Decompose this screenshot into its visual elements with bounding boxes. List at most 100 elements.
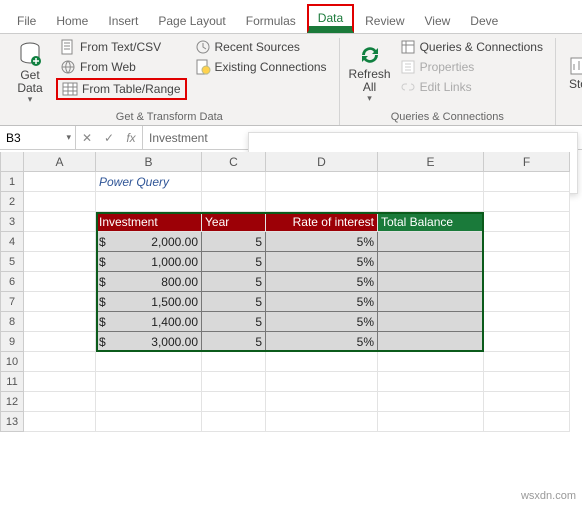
- cell[interactable]: [96, 372, 202, 392]
- cell[interactable]: [378, 312, 484, 332]
- col-header-B[interactable]: B: [96, 152, 202, 172]
- row-header[interactable]: 4: [0, 232, 24, 252]
- cell[interactable]: 5: [202, 312, 266, 332]
- cell[interactable]: [484, 232, 570, 252]
- row-header[interactable]: 6: [0, 272, 24, 292]
- cell[interactable]: Investment: [96, 212, 202, 232]
- cell[interactable]: [96, 192, 202, 212]
- cell[interactable]: [96, 352, 202, 372]
- cell[interactable]: 5%: [266, 292, 378, 312]
- cell[interactable]: [378, 292, 484, 312]
- cell[interactable]: 5%: [266, 272, 378, 292]
- cell[interactable]: [266, 392, 378, 412]
- row-header[interactable]: 8: [0, 312, 24, 332]
- cell[interactable]: Year: [202, 212, 266, 232]
- cell[interactable]: [266, 172, 378, 192]
- cell[interactable]: [202, 172, 266, 192]
- tab-deve[interactable]: Deve: [461, 9, 507, 33]
- cell[interactable]: $800.00: [96, 272, 202, 292]
- refresh-all-button[interactable]: Refresh All ▾: [348, 38, 392, 108]
- cell[interactable]: [202, 392, 266, 412]
- row-header[interactable]: 10: [0, 352, 24, 372]
- cell[interactable]: [24, 272, 96, 292]
- cell[interactable]: [484, 372, 570, 392]
- cell[interactable]: [484, 192, 570, 212]
- cell[interactable]: 5: [202, 292, 266, 312]
- cell[interactable]: 5: [202, 272, 266, 292]
- cell[interactable]: [24, 212, 96, 232]
- row-header[interactable]: 9: [0, 332, 24, 352]
- name-box[interactable]: ▾: [0, 126, 76, 149]
- cell[interactable]: [378, 392, 484, 412]
- existing-connections-button[interactable]: Existing Connections: [191, 58, 331, 76]
- tab-insert[interactable]: Insert: [99, 9, 147, 33]
- cell[interactable]: [484, 172, 570, 192]
- cell[interactable]: [378, 372, 484, 392]
- cell[interactable]: [24, 232, 96, 252]
- cell[interactable]: [484, 352, 570, 372]
- cell[interactable]: $2,000.00: [96, 232, 202, 252]
- fx-icon[interactable]: fx: [120, 131, 142, 145]
- cell[interactable]: [484, 252, 570, 272]
- cell[interactable]: [484, 292, 570, 312]
- cell[interactable]: [378, 172, 484, 192]
- cell[interactable]: [202, 372, 266, 392]
- cell[interactable]: 5: [202, 232, 266, 252]
- cell[interactable]: $1,400.00: [96, 312, 202, 332]
- cell[interactable]: [24, 392, 96, 412]
- cell[interactable]: 5%: [266, 252, 378, 272]
- cell[interactable]: [484, 312, 570, 332]
- col-header-D[interactable]: D: [266, 152, 378, 172]
- cell[interactable]: [378, 232, 484, 252]
- name-box-input[interactable]: [4, 130, 48, 146]
- get-data-button[interactable]: Get Data ▾: [8, 38, 52, 108]
- row-header[interactable]: 13: [0, 412, 24, 432]
- from-text-csv-button[interactable]: From Text/CSV: [56, 38, 187, 56]
- cell[interactable]: [24, 412, 96, 432]
- cell[interactable]: [378, 332, 484, 352]
- dropdown-icon[interactable]: ▾: [66, 132, 71, 143]
- cell[interactable]: [484, 212, 570, 232]
- tab-view[interactable]: View: [416, 9, 460, 33]
- cell[interactable]: [24, 312, 96, 332]
- row-header[interactable]: 3: [0, 212, 24, 232]
- cell[interactable]: 5%: [266, 232, 378, 252]
- cell[interactable]: [24, 292, 96, 312]
- cell[interactable]: [378, 352, 484, 372]
- cell[interactable]: Total Balance: [378, 212, 484, 232]
- cell[interactable]: 5: [202, 252, 266, 272]
- row-header[interactable]: 1: [0, 172, 24, 192]
- cell[interactable]: [266, 192, 378, 212]
- worksheet[interactable]: ABCDEF 1Power Query23InvestmentYearRate …: [0, 152, 582, 432]
- tab-page-layout[interactable]: Page Layout: [149, 9, 234, 33]
- cell[interactable]: 5%: [266, 332, 378, 352]
- cell[interactable]: [484, 412, 570, 432]
- tab-formulas[interactable]: Formulas: [237, 9, 305, 33]
- cell[interactable]: [96, 412, 202, 432]
- cell[interactable]: [202, 352, 266, 372]
- cell[interactable]: [484, 392, 570, 412]
- row-header[interactable]: 7: [0, 292, 24, 312]
- cell[interactable]: [266, 372, 378, 392]
- col-header-A[interactable]: A: [24, 152, 96, 172]
- cell[interactable]: [24, 172, 96, 192]
- tab-home[interactable]: Home: [47, 9, 97, 33]
- cell[interactable]: 5%: [266, 312, 378, 332]
- col-header-F[interactable]: F: [484, 152, 570, 172]
- cell[interactable]: Rate of interest: [266, 212, 378, 232]
- cell[interactable]: [378, 252, 484, 272]
- row-header[interactable]: 12: [0, 392, 24, 412]
- from-table-range-button[interactable]: From Table/Range: [56, 78, 187, 100]
- tab-data[interactable]: Data: [307, 4, 354, 33]
- cell[interactable]: [266, 412, 378, 432]
- tab-review[interactable]: Review: [356, 9, 413, 33]
- col-header-C[interactable]: C: [202, 152, 266, 172]
- cell[interactable]: $3,000.00: [96, 332, 202, 352]
- cell[interactable]: [24, 332, 96, 352]
- cell[interactable]: [378, 272, 484, 292]
- from-web-button[interactable]: From Web: [56, 58, 187, 76]
- cell[interactable]: [484, 332, 570, 352]
- queries-connections-button[interactable]: Queries & Connections: [396, 38, 547, 56]
- cell[interactable]: [24, 352, 96, 372]
- cell[interactable]: Power Query: [96, 172, 202, 192]
